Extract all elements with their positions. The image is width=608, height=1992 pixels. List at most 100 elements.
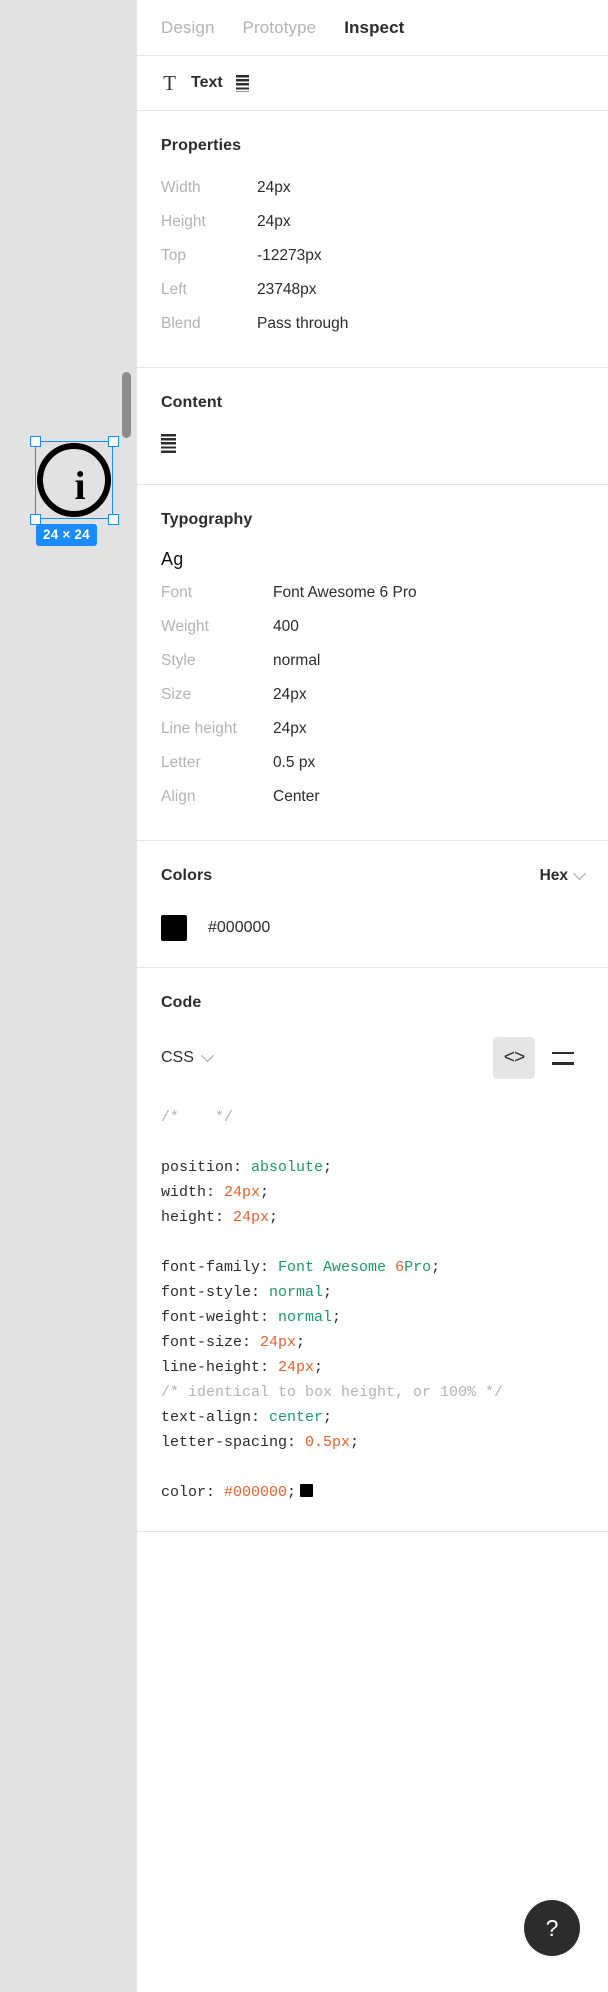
- code-property: color:: [161, 1484, 225, 1501]
- typography-row-letter: Letter 0.5 px: [161, 746, 584, 780]
- typography-label: Letter: [161, 754, 201, 771]
- code-property: letter-spacing:: [161, 1434, 306, 1451]
- typography-value[interactable]: Center: [273, 788, 320, 806]
- code-property: text-align:: [161, 1409, 270, 1426]
- content-section: Content: [137, 368, 608, 485]
- property-value[interactable]: 23748px: [257, 281, 316, 299]
- typography-label: Line height: [161, 720, 237, 737]
- code-line-text-align: text-align: center;: [161, 1409, 332, 1426]
- code-property: font-style:: [161, 1284, 270, 1301]
- code-semicolon: ;: [350, 1434, 360, 1451]
- typography-row-style: Style normal: [161, 644, 584, 678]
- property-label: Width: [161, 179, 201, 196]
- code-value: #000000: [224, 1484, 288, 1501]
- code-value-part2: Pro: [404, 1259, 432, 1276]
- code-view-button[interactable]: <>: [493, 1037, 535, 1079]
- code-line-font-weight: font-weight: normal;: [161, 1309, 341, 1326]
- typography-title: Typography: [161, 511, 253, 528]
- typography-value[interactable]: normal: [273, 652, 320, 670]
- code-semicolon: ;: [260, 1184, 270, 1201]
- design-canvas[interactable]: i 24 × 24: [0, 0, 136, 1992]
- code-value: 0.5px: [305, 1434, 351, 1451]
- code-semicolon: ;: [323, 1284, 333, 1301]
- property-row-blend: Blend Pass through: [161, 307, 584, 341]
- resize-handle-bottom-right[interactable]: [107, 513, 119, 525]
- code-comment: /* */: [161, 1109, 234, 1126]
- typography-section: Typography Ag Font Font Awesome 6 Pro We…: [137, 485, 608, 841]
- code-value: 24px: [233, 1209, 270, 1226]
- typography-header: Typography: [161, 511, 584, 529]
- selection-size-badge: 24 × 24: [36, 524, 97, 546]
- code-property: line-height:: [161, 1359, 279, 1376]
- code-value: normal: [278, 1309, 333, 1326]
- figma-inspect-window: i 24 × 24 Design Prototype Inspect T Tex…: [0, 0, 608, 1992]
- inspect-panel: Design Prototype Inspect T Text Properti…: [136, 0, 608, 1992]
- property-value[interactable]: Pass through: [257, 315, 348, 333]
- stacked-bars-glyph: [161, 434, 176, 453]
- text-layer-icon: T: [163, 70, 176, 95]
- selected-layer[interactable]: i: [29, 435, 119, 525]
- canvas-scrollbar[interactable]: [122, 372, 131, 438]
- color-swatch[interactable]: [161, 915, 187, 941]
- color-format-select[interactable]: Hex: [540, 866, 586, 885]
- code-language-select[interactable]: CSS: [161, 1048, 214, 1067]
- resize-handle-bottom-left[interactable]: [29, 513, 41, 525]
- typography-row-line-height: Line height 24px: [161, 712, 584, 746]
- color-hex-value[interactable]: #000000: [208, 919, 270, 937]
- typography-value[interactable]: 24px: [273, 720, 307, 738]
- info-circle-icon: i: [37, 443, 111, 517]
- angle-brackets-icon: <>: [503, 1047, 526, 1069]
- content-preview[interactable]: [161, 434, 584, 458]
- chevron-down-icon: [201, 1048, 214, 1062]
- code-property: height:: [161, 1209, 234, 1226]
- property-value[interactable]: 24px: [257, 213, 291, 231]
- tab-prototype[interactable]: Prototype: [243, 18, 317, 38]
- code-line-letter-spacing: letter-spacing: 0.5px;: [161, 1434, 359, 1451]
- property-value[interactable]: -12273px: [257, 247, 322, 265]
- code-line-color: color: #000000;: [161, 1484, 314, 1501]
- typography-value[interactable]: Font Awesome 6 Pro: [273, 584, 417, 602]
- code-line-height: height: 24px;: [161, 1209, 278, 1226]
- code-value: center: [269, 1409, 324, 1426]
- tab-design[interactable]: Design: [161, 18, 215, 38]
- code-value: normal: [269, 1284, 324, 1301]
- property-label: Left: [161, 281, 187, 298]
- typography-label: Size: [161, 686, 192, 703]
- property-value[interactable]: 24px: [257, 179, 291, 197]
- code-semicolon: ;: [323, 1409, 333, 1426]
- tab-inspect[interactable]: Inspect: [344, 18, 404, 38]
- typography-value[interactable]: 0.5 px: [273, 754, 315, 772]
- chevron-down-icon: [573, 866, 586, 880]
- typography-value[interactable]: 24px: [273, 686, 307, 704]
- color-swatch-row[interactable]: #000000: [161, 915, 584, 941]
- typography-value[interactable]: 400: [273, 618, 299, 636]
- code-value: 24px: [278, 1359, 315, 1376]
- code-semicolon: ;: [332, 1309, 342, 1326]
- colors-header: Colors Hex: [161, 866, 586, 885]
- properties-list: Width 24px Height 24px Top -12273px Left…: [161, 171, 584, 341]
- code-snippet[interactable]: /* */ position: absolute; width: 24px; h…: [161, 1105, 584, 1505]
- code-comment: /* identical to box height, or 100% */: [161, 1384, 504, 1401]
- code-semicolon: ;: [296, 1334, 306, 1351]
- lines-icon: [552, 1051, 574, 1065]
- typography-label: Weight: [161, 618, 209, 635]
- resize-handle-top-left[interactable]: [29, 435, 41, 447]
- selected-layer-row[interactable]: T Text: [137, 56, 608, 111]
- help-button[interactable]: ?: [524, 1900, 580, 1956]
- property-label: Top: [161, 247, 186, 264]
- code-line-position: position: absolute;: [161, 1159, 332, 1176]
- typography-row-weight: Weight 400: [161, 610, 584, 644]
- typography-label: Style: [161, 652, 196, 669]
- code-line-font-family: font-family: Font Awesome 6Pro;: [161, 1259, 440, 1276]
- resize-handle-top-right[interactable]: [107, 435, 119, 447]
- properties-section: Properties Width 24px Height 24px Top -1…: [137, 111, 608, 368]
- code-view-toggle-group: <>: [493, 1037, 584, 1079]
- plain-text-view-button[interactable]: [542, 1037, 584, 1079]
- code-value: absolute: [251, 1159, 324, 1176]
- typography-row-align: Align Center: [161, 780, 584, 814]
- typography-list: Font Font Awesome 6 Pro Weight 400 Style…: [161, 576, 584, 814]
- type-sample: Ag: [161, 549, 184, 569]
- code-title: Code: [161, 994, 202, 1011]
- inline-color-swatch: [300, 1484, 314, 1497]
